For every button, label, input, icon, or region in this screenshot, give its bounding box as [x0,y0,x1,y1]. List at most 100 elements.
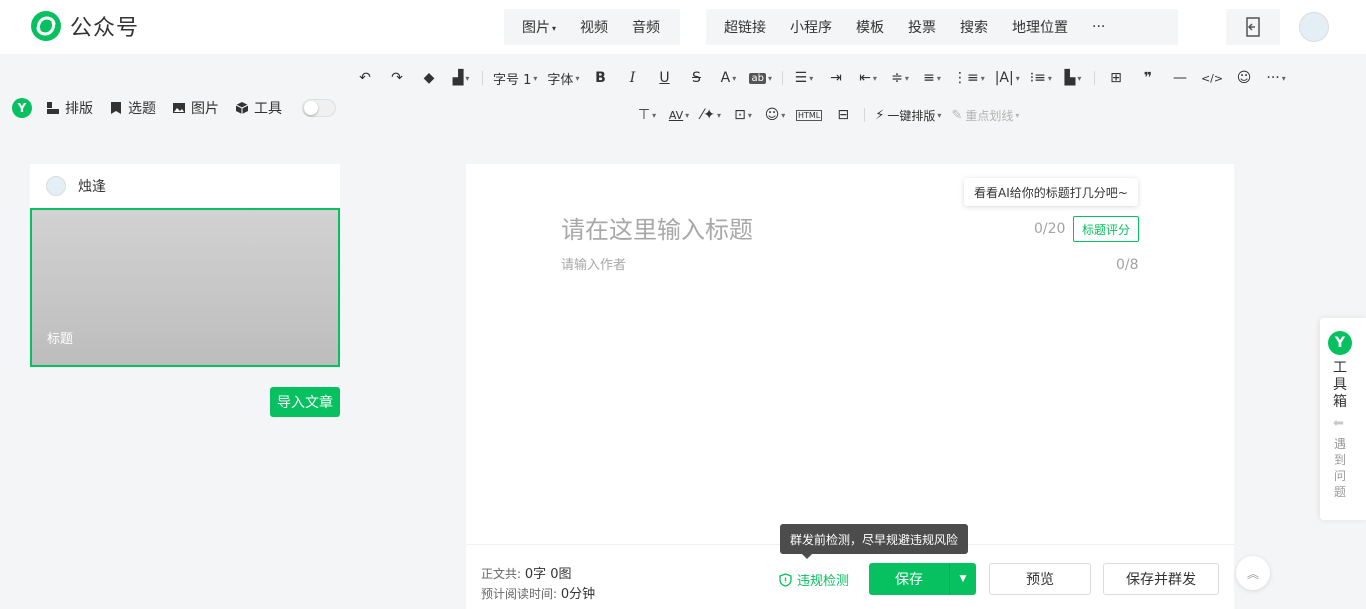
brand-name: 公众号 [70,16,140,41]
nav-hyperlink[interactable]: 超链接 [712,17,778,37]
plugin-logo-icon[interactable]: Y [12,98,32,118]
code-icon: </> [1200,71,1224,85]
plugin-tools: Y 排版 选题 图片 工具 [12,98,336,118]
divider [482,71,483,85]
nav-miniprogram[interactable]: 小程序 [778,17,844,37]
one-click-layout-button[interactable]: ⚡ 一键排版 ▾ [875,103,941,127]
chevron-down-icon: ▾ [936,73,941,83]
article-cover-card[interactable]: 标题 [30,208,340,367]
nav-template[interactable]: 模板 [844,17,896,37]
line-height-button[interactable]: ≑ ▾ [889,66,911,90]
nav-audio[interactable]: 音频 [620,17,672,37]
plugin-image[interactable]: 图片 [172,98,219,118]
chevron-down-icon: ▾ [732,73,737,83]
letter-spacing-button[interactable]: |A| ▾ [995,66,1020,90]
quote-button[interactable]: ❞ [1137,66,1159,90]
italic-button[interactable]: I [621,66,643,90]
more-button[interactable]: ··· ▾ [1265,66,1287,90]
chevron-down-icon: ▾ [1281,73,1286,83]
font-color-button[interactable]: A ▾ [717,66,739,90]
exit-button[interactable] [1226,9,1280,45]
plugin-topic[interactable]: 选题 [109,98,156,118]
font-family-select[interactable]: 字体 ▾ [547,66,579,90]
image-style-button[interactable]: ⊡ ▾ [732,103,754,127]
divider [864,108,866,122]
horizontal-line-icon: — [1172,70,1187,86]
wechat-mp-logo-icon [31,11,61,41]
lightning-icon: ⚡ [875,107,885,123]
html-button[interactable]: HTML [796,103,823,127]
plugin-layout[interactable]: 排版 [46,98,93,118]
title-input[interactable] [561,212,1001,248]
magic-wand-button[interactable]: ⁄✦ ▾ [700,103,722,127]
insert-nav-group: 超链接 小程序 模板 投票 搜索 地理位置 ··· [706,9,1178,45]
scroll-top-button[interactable]: ︽ [1236,556,1270,590]
chevron-down-icon: ▾ [1047,73,1052,83]
compliance-check-link[interactable]: 违规检测 [779,570,849,589]
chevron-down-icon: ▾ [809,73,814,83]
read-time-stat: 预计阅读时间: 0分钟 [481,587,596,602]
html-icon: HTML [796,109,823,121]
plugin-toggle[interactable] [302,99,336,117]
import-article-button[interactable]: 导入文章 [270,387,340,417]
ai-score-tip: 看看AI给你的标题打几分吧~ [964,178,1138,206]
chevron-down-icon: ▾ [904,73,909,83]
avatar[interactable] [1299,12,1329,42]
divider-line-button[interactable]: — [1169,66,1191,90]
bold-button[interactable]: B [589,66,611,90]
author-input[interactable] [561,254,961,276]
arrow-left-icon[interactable]: ⬅ [1333,416,1344,431]
logo[interactable]: 公众号 [30,10,139,42]
list-button[interactable]: ⁝≡ ▾ [1030,66,1052,90]
font-size-select[interactable]: 字号 1 ▾ [493,66,537,90]
format-painter-button[interactable]: ▟ ▾ [450,66,472,90]
side-toolbox[interactable]: Y 工具箱 ⬅ 遇到问题 [1320,318,1366,520]
char-spacing-button[interactable]: AV ▾ [668,103,690,127]
strikethrough-button[interactable]: S [685,66,707,90]
help-link[interactable]: 遇到问题 [1334,436,1346,500]
emoji-button[interactable]: ☺ [1233,66,1255,90]
chevron-down-icon: ▾ [872,73,877,83]
save-dropdown-button[interactable]: ▼ [950,563,976,595]
table-button[interactable]: ⊞ [1105,66,1127,90]
save-and-publish-button[interactable]: 保存并群发 [1103,563,1219,595]
indent-button[interactable]: ⇥ [825,66,847,90]
outdent-button[interactable]: ⇤ ▾ [857,66,879,90]
save-button[interactable]: 保存 [869,563,950,595]
text-indent-icon: ⊤ [637,107,651,123]
redo-button[interactable]: ↷ [386,66,408,90]
plugin-tools-item[interactable]: 工具 [235,98,282,118]
preview-button[interactable]: 预览 [989,563,1091,595]
toolbar-row-2: ⊤ ▾ AV ▾ ⁄✦ ▾ ⊡ ▾ ☺ ▾ HTML ⊟ ⚡ 一键排版 ▾ ✎ 重点划线 ▾ [636,103,1029,127]
nav-search[interactable]: 搜索 [948,17,1000,37]
title-score-button[interactable]: 标题评分 [1073,216,1139,242]
sticker-button[interactable]: ☺ ▾ [764,103,786,127]
smile-icon: ☺ [764,107,780,123]
undo-button[interactable]: ↶ [354,66,376,90]
chevron-down-icon: ▾ [465,73,470,83]
layout-icon [47,102,59,114]
paragraph-spacing-button[interactable]: ≡ ▾ [921,66,943,90]
chevron-down-icon: ▾ [1015,110,1020,120]
nav-image[interactable]: 图片 ▾ [510,17,568,37]
chevron-down-icon: ▾ [781,110,786,120]
highlight-button[interactable]: ab ▾ [749,66,772,90]
underline-button[interactable]: U [653,66,675,90]
margin-button[interactable]: ⋮≡ ▾ [953,66,985,90]
chevron-down-icon: ▾ [652,110,657,120]
keypoint-underline-button[interactable]: ✎ 重点划线 ▾ [951,103,1019,127]
align-button[interactable]: ☰ ▾ [793,66,815,90]
code-button[interactable]: </> [1201,66,1223,90]
block-style-button[interactable]: ▙ ▾ [1062,66,1084,90]
nav-vote[interactable]: 投票 [896,17,948,37]
nav-more[interactable]: ··· [1080,19,1117,35]
toolbox-logo-icon: Y [1328,331,1352,355]
line-height-icon: ≑ [891,70,903,86]
eraser-button[interactable]: ◆ [418,66,440,90]
nav-video[interactable]: 视频 [568,17,620,37]
toolkit-button[interactable]: ⊟ [832,103,854,127]
first-line-indent-button[interactable]: ⊤ ▾ [636,103,658,127]
nav-location[interactable]: 地理位置 [1000,17,1080,37]
chevron-down-icon: ▾ [575,73,580,83]
chevron-down-icon: ▾ [747,110,752,120]
